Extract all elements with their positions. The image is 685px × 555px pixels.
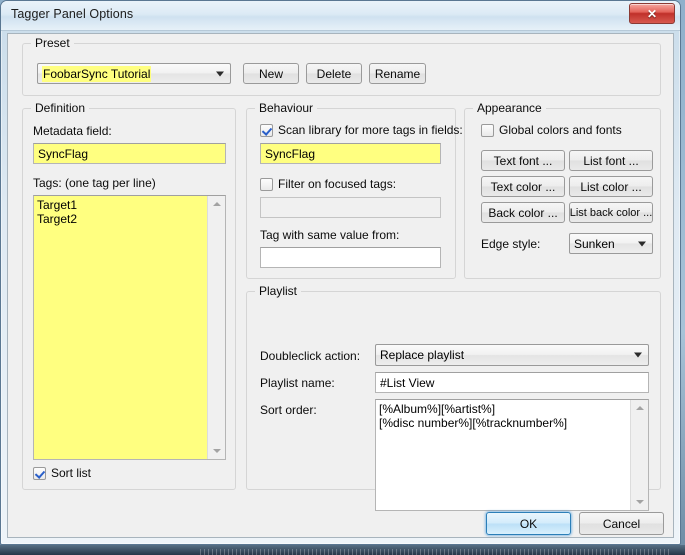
list-color-button[interactable]: List color ... — [569, 176, 653, 197]
edge-style-label: Edge style: — [481, 237, 541, 251]
scan-library-input[interactable]: SyncFlag — [260, 143, 441, 164]
text-color-button[interactable]: Text color ... — [481, 176, 565, 197]
preset-group: Preset FoobarSync Tutorial New Delete Re… — [22, 36, 661, 96]
tags-textarea[interactable]: Target1 Target2 — [33, 195, 226, 460]
sort-order-scrollbar[interactable] — [630, 400, 648, 510]
global-colors-checkbox[interactable]: Global colors and fonts — [481, 123, 622, 137]
title-bar: Tagger Panel Options ✕ — [1, 1, 680, 31]
list-back-color-button[interactable]: List back color ... — [569, 202, 653, 223]
doubleclick-action-value: Replace playlist — [380, 348, 465, 362]
scroll-up-icon[interactable] — [208, 196, 225, 212]
scroll-down-icon[interactable] — [631, 494, 648, 510]
doubleclick-action-label: Doubleclick action: — [260, 349, 361, 363]
scan-library-checkbox[interactable]: Scan library for more tags in fields: — [260, 123, 463, 137]
text-font-button[interactable]: Text font ... — [481, 150, 565, 171]
filter-focused-input — [260, 197, 441, 218]
definition-group: Definition Metadata field: SyncFlag Tags… — [22, 101, 236, 490]
dialog-window: Tagger Panel Options ✕ Preset FoobarSync… — [0, 0, 681, 545]
playlist-name-label: Playlist name: — [260, 376, 335, 390]
checkbox-box — [260, 177, 273, 191]
dialog-client: Preset FoobarSync Tutorial New Delete Re… — [7, 33, 674, 538]
tag-same-value-label: Tag with same value from: — [260, 228, 400, 242]
window-title: Tagger Panel Options — [11, 7, 134, 21]
chevron-down-icon — [638, 241, 646, 246]
close-button[interactable]: ✕ — [629, 3, 675, 24]
edge-style-combobox[interactable]: Sunken — [569, 233, 653, 254]
sort-list-checkbox[interactable]: Sort list — [33, 466, 91, 480]
taskbar-ticks — [200, 549, 670, 555]
chevron-down-icon — [216, 71, 224, 76]
sort-order-textarea[interactable]: [%Album%][%artist%] [%disc number%][%tra… — [375, 399, 649, 511]
preset-delete-button[interactable]: Delete — [306, 63, 362, 84]
playlist-legend: Playlist — [255, 284, 302, 298]
tags-label: Tags: (one tag per line) — [33, 176, 156, 190]
ok-button[interactable]: OK — [486, 512, 571, 535]
preset-new-button[interactable]: New — [243, 63, 299, 84]
scroll-up-icon[interactable] — [631, 400, 648, 416]
checkbox-box — [33, 466, 46, 480]
metadata-field-label: Metadata field: — [33, 124, 112, 138]
playlist-group: Playlist Doubleclick action: Replace pla… — [246, 284, 661, 511]
global-colors-label: Global colors and fonts — [499, 123, 622, 137]
preset-rename-button[interactable]: Rename — [369, 63, 426, 84]
sort-list-label: Sort list — [51, 466, 92, 480]
preset-legend: Preset — [31, 36, 74, 50]
playlist-name-input[interactable]: #List View — [375, 372, 649, 393]
preset-combobox[interactable]: FoobarSync Tutorial — [37, 63, 231, 84]
list-font-button[interactable]: List font ... — [569, 150, 653, 171]
chevron-down-icon — [634, 352, 642, 358]
filter-focused-checkbox[interactable]: Filter on focused tags: — [260, 177, 396, 191]
definition-legend: Definition — [31, 101, 90, 115]
sort-order-value: [%Album%][%artist%] [%disc number%][%tra… — [379, 402, 568, 430]
behaviour-group: Behaviour Scan library for more tags in … — [246, 101, 463, 279]
appearance-legend: Appearance — [473, 101, 546, 115]
doubleclick-action-combobox[interactable]: Replace playlist — [375, 344, 649, 366]
preset-combobox-value: FoobarSync Tutorial — [42, 66, 152, 82]
edge-style-value: Sunken — [574, 237, 615, 251]
tags-scrollbar[interactable] — [207, 196, 225, 459]
sort-order-label: Sort order: — [260, 403, 317, 417]
filter-focused-label: Filter on focused tags: — [278, 177, 397, 191]
close-icon: ✕ — [646, 6, 658, 21]
metadata-field-input[interactable]: SyncFlag — [33, 143, 226, 164]
screen: Tagger Panel Options ✕ Preset FoobarSync… — [0, 0, 685, 555]
cancel-button[interactable]: Cancel — [579, 512, 664, 535]
tag-same-value-input[interactable] — [260, 247, 441, 268]
scroll-down-icon[interactable] — [208, 443, 225, 459]
behaviour-legend: Behaviour — [255, 101, 318, 115]
back-color-button[interactable]: Back color ... — [481, 202, 565, 223]
checkbox-box — [260, 123, 273, 137]
checkbox-box — [481, 123, 494, 137]
appearance-group: Appearance Global colors and fonts Text … — [464, 101, 661, 279]
tags-textarea-value: Target1 Target2 — [37, 198, 78, 226]
taskbar-strip — [0, 545, 685, 555]
scan-library-label: Scan library for more tags in fields: — [278, 123, 463, 137]
